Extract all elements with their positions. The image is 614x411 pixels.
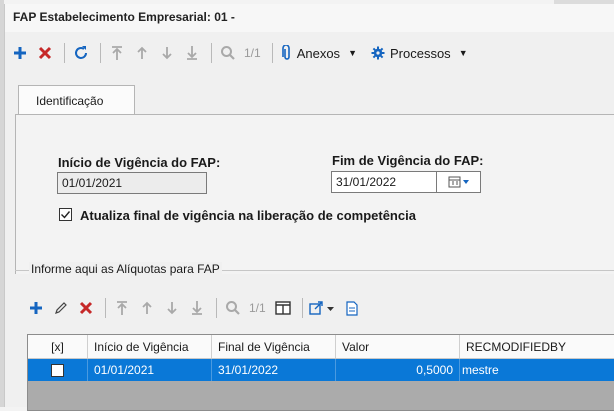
tab-label: Identificação [36,94,104,108]
title-bar[interactable]: FAP Estabelecimento Empresarial: 01 - [5,4,614,32]
delete-icon[interactable] [75,297,97,319]
checkmark-icon [61,211,71,219]
last-record-icon[interactable] [181,42,203,64]
cell-final[interactable]: 31/01/2022 [212,359,336,381]
add-icon[interactable] [9,42,31,64]
columns-icon[interactable] [272,297,294,319]
document-icon[interactable] [341,297,363,319]
delete-icon[interactable] [34,42,56,64]
search-icon[interactable] [222,297,244,319]
processos-menu-button[interactable]: Processos ▼ [367,42,472,64]
first-record-icon[interactable] [106,42,128,64]
atualiza-label: Atualiza final de vigência na liberação … [80,208,416,223]
atualiza-checkbox[interactable] [59,208,72,221]
calendar-icon [448,176,469,188]
cell-recmodifiedby[interactable]: mestre [460,359,614,381]
refresh-icon[interactable] [70,42,92,64]
fap-window: FAP Estabelecimento Empresarial: 01 - 1/… [4,4,614,411]
first-record-icon[interactable] [111,297,133,319]
date-picker-button[interactable] [437,171,481,193]
previous-record-icon[interactable] [136,297,158,319]
processos-label: Processos [389,45,451,61]
aliquotas-grid: [x] Início de Vigência Final de Vigência… [27,334,614,411]
export-icon[interactable] [308,297,338,319]
toolbar-separator [64,43,65,63]
identificacao-panel: Início de Vigência do FAP: 01/01/2021 Fi… [15,114,614,274]
column-header-valor[interactable]: Valor [336,335,460,358]
toolbar-separator [216,298,217,318]
search-icon[interactable] [217,42,239,64]
edit-icon[interactable] [50,297,72,319]
grid-pager: 1/1 [249,301,266,315]
toolbar-separator [211,43,212,63]
next-record-icon[interactable] [161,297,183,319]
column-header-final[interactable]: Final de Vigência [212,335,336,358]
record-pager: 1/1 [244,46,261,60]
column-header-recmodifiedby[interactable]: RECMODIFIEDBY [460,335,614,358]
column-header-inicio[interactable]: Início de Vigência [88,335,212,358]
tab-identificacao[interactable]: Identificação [18,85,135,115]
gear-icon [371,46,385,60]
row-checkbox[interactable] [51,364,64,377]
row-select-cell[interactable] [28,359,88,381]
toolbar-separator [100,43,101,63]
anexos-menu-button[interactable]: Anexos ▼ [278,42,361,64]
anexos-label: Anexos [296,45,341,61]
paperclip-icon [281,45,290,60]
chevron-down-icon: ▼ [348,48,357,58]
inicio-vigencia-field[interactable]: 01/01/2021 [57,172,207,194]
toolbar-separator [271,43,273,63]
grid-toolbar: 1/1 [25,296,366,320]
last-record-icon[interactable] [186,297,208,319]
inicio-vigencia-label: Início de Vigência do FAP: [58,155,221,170]
fim-vigencia-label: Fim de Vigência do FAP: [332,153,484,168]
grid-header-row: [x] Início de Vigência Final de Vigência… [28,335,614,359]
cell-valor[interactable]: 0,5000 [336,359,460,381]
next-record-icon[interactable] [156,42,178,64]
aliquotas-group-label: Informe aqui as Alíquotas para FAP [29,262,222,276]
toolbar-separator [105,298,106,318]
table-row[interactable]: 01/01/2021 31/01/2022 0,5000 mestre [28,359,614,381]
column-header-select[interactable]: [x] [28,335,88,358]
fim-vigencia-field[interactable]: 31/01/2022 [331,171,437,193]
chevron-down-icon: ▼ [458,48,468,58]
main-toolbar: 1/1 Anexos ▼ Processos ▼ [5,41,614,65]
add-icon[interactable] [25,297,47,319]
window-title: FAP Estabelecimento Empresarial: 01 - [13,10,235,24]
toolbar-separator [301,298,303,318]
cell-inicio[interactable]: 01/01/2021 [88,359,212,381]
previous-record-icon[interactable] [131,42,153,64]
